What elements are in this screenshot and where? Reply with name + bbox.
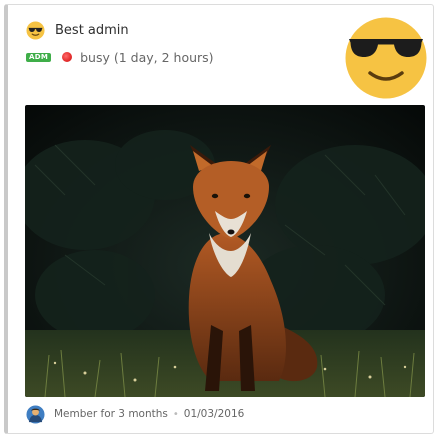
separator-dot: • [172, 408, 179, 420]
profile-card: Best admin ADM busy (1 day, 2 hours) Mem… [4, 4, 434, 434]
user-avatar-icon[interactable] [26, 404, 45, 424]
sunglasses-smiley-icon[interactable] [345, 17, 427, 99]
post-footer: Member for 3 months • 01/03/2016 [26, 404, 244, 424]
post-image[interactable] [25, 105, 425, 397]
status-text: busy (1 day, 2 hours) [80, 49, 214, 65]
user-header: Best admin [26, 19, 129, 41]
sunglasses-smiley-icon [26, 20, 45, 40]
user-name[interactable]: Best admin [55, 23, 129, 38]
status-dot-icon [62, 52, 73, 62]
status-row: ADM busy (1 day, 2 hours) [26, 47, 214, 67]
membership-duration: Member for 3 months [54, 408, 168, 420]
post-date: 01/03/2016 [183, 408, 245, 420]
role-badge: ADM [26, 52, 52, 62]
